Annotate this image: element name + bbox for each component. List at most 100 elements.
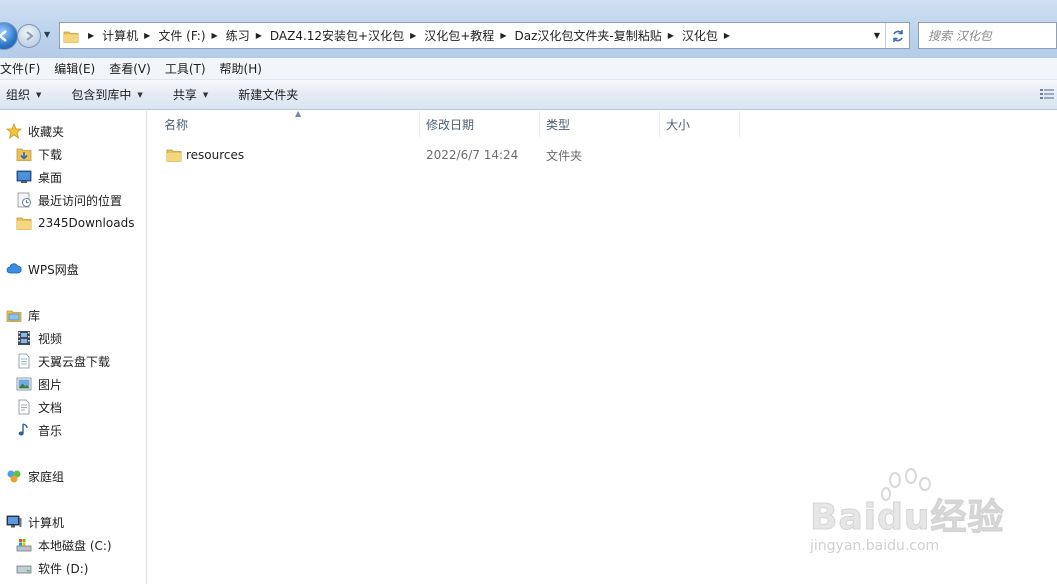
nav-item-2345downloads[interactable]: 2345Downloads xyxy=(16,213,134,233)
menu-view[interactable]: 查看(V) xyxy=(102,60,158,77)
include-in-library-button[interactable]: 包含到库中 ▼ xyxy=(53,80,154,110)
file-row-resources[interactable]: resources 2022/6/7 14:24 文件夹 xyxy=(148,144,1057,166)
forward-button[interactable] xyxy=(17,24,41,48)
nav-homegroup-label: 家庭组 xyxy=(28,469,65,484)
new-folder-label: 新建文件夹 xyxy=(238,88,299,102)
nav-item-downloads[interactable]: 下载 xyxy=(16,144,62,164)
menu-tools[interactable]: 工具(T) xyxy=(158,60,213,77)
breadcrumb-computer[interactable]: 计算机 xyxy=(102,27,138,44)
forward-arrow-icon xyxy=(26,31,34,41)
organize-button[interactable]: 组织 ▼ xyxy=(0,80,53,110)
nav-item-label: 桌面 xyxy=(38,170,63,185)
column-name-label: 名称 xyxy=(164,117,189,132)
picture-icon xyxy=(16,377,32,391)
view-options-button[interactable] xyxy=(1039,86,1055,102)
command-bar: 组织 ▼ 包含到库中 ▼ 共享 ▼ 新建文件夹 xyxy=(0,80,1057,110)
breadcrumb-separator-icon[interactable]: ▶ xyxy=(138,31,158,40)
nav-item-label: 视频 xyxy=(38,331,63,346)
nav-libraries[interactable]: 库 xyxy=(6,305,40,325)
dropdown-arrow-icon: ▼ xyxy=(202,90,209,99)
column-date-label: 修改日期 xyxy=(426,117,475,132)
document-icon xyxy=(18,399,30,415)
nav-homegroup[interactable]: 家庭组 xyxy=(6,466,64,486)
file-name: resources xyxy=(186,148,245,162)
nav-item-label: 音乐 xyxy=(38,423,63,438)
organize-label: 组织 xyxy=(6,88,31,102)
back-button[interactable] xyxy=(0,22,18,50)
homegroup-icon xyxy=(7,470,21,483)
breadcrumb-separator-icon[interactable]: ▶ xyxy=(250,31,270,40)
nav-item-documents[interactable]: 文档 xyxy=(16,397,62,417)
menu-file[interactable]: 文件(F) xyxy=(0,60,47,77)
nav-item-drive-c[interactable]: 本地磁盘 (C:) xyxy=(16,535,112,555)
breadcrumb-copy-folder[interactable]: Daz汉化包文件夹-复制粘贴 xyxy=(514,27,661,44)
hard-drive-icon xyxy=(16,565,32,574)
breadcrumb-separator-icon[interactable]: ▶ xyxy=(206,31,226,40)
breadcrumb-separator-icon[interactable]: ▶ xyxy=(718,31,738,40)
star-icon xyxy=(6,123,22,139)
address-history-dropdown-icon[interactable]: ▼ xyxy=(869,23,885,48)
dropdown-arrow-icon: ▼ xyxy=(36,90,42,99)
include-in-library-label: 包含到库中 xyxy=(71,88,132,102)
music-note-icon xyxy=(18,423,28,436)
file-type: 文件夹 xyxy=(546,148,583,163)
nav-item-label: 图片 xyxy=(38,377,63,392)
breadcrumb-practice[interactable]: 练习 xyxy=(226,27,250,44)
folder-icon xyxy=(60,23,82,48)
share-button[interactable]: 共享 ▼ xyxy=(155,80,220,110)
breadcrumb-current-folder[interactable]: 汉化包 xyxy=(682,27,718,44)
breadcrumb-drive-f[interactable]: 文件 (F:) xyxy=(158,27,205,44)
address-field[interactable]: ▶ 计算机 ▶ 文件 (F:) ▶ 练习 ▶ DAZ4.12安装包+汉化包 ▶ … xyxy=(59,22,910,49)
nav-wps-cloud[interactable]: WPS网盘 xyxy=(6,259,79,279)
search-box[interactable] xyxy=(918,22,1057,49)
recent-pages-dropdown-icon[interactable]: ▼ xyxy=(44,30,54,42)
nav-item-label: 本地磁盘 (C:) xyxy=(38,538,112,553)
refresh-button[interactable] xyxy=(885,23,909,48)
column-header-date[interactable]: 修改日期 xyxy=(420,111,540,137)
nav-item-pictures[interactable]: 图片 xyxy=(16,374,62,394)
back-arrow-icon xyxy=(0,30,7,42)
nav-item-desktop[interactable]: 桌面 xyxy=(16,167,62,187)
nav-item-recent-places[interactable]: 最近访问的位置 xyxy=(16,190,122,210)
file-name-cell: resources xyxy=(166,144,406,166)
nav-favorites[interactable]: 收藏夹 xyxy=(6,121,64,141)
nav-item-drive-d[interactable]: 软件 (D:) xyxy=(16,558,88,578)
breadcrumb-separator-icon[interactable]: ▶ xyxy=(404,31,424,40)
nav-item-tianyi-downloads[interactable]: 天翼云盘下载 xyxy=(16,351,110,371)
file-list-view[interactable]: 名称 ▲ 修改日期 类型 大小 resources 2022/6/7 14:24… xyxy=(148,109,1057,584)
breadcrumb-tutorial[interactable]: 汉化包+教程 xyxy=(424,27,494,44)
folder-icon xyxy=(16,217,32,230)
breadcrumb-separator-icon[interactable]: ▶ xyxy=(662,31,682,40)
nav-item-label: 天翼云盘下载 xyxy=(38,354,111,369)
cloud-icon xyxy=(6,263,22,274)
column-header-type[interactable]: 类型 xyxy=(540,111,660,137)
file-date: 2022/6/7 14:24 xyxy=(426,148,519,162)
menu-bar: 文件(F) 编辑(E) 查看(V) 工具(T) 帮助(H) xyxy=(0,58,1057,80)
nav-item-label: 2345Downloads xyxy=(38,216,135,230)
menu-help[interactable]: 帮助(H) xyxy=(213,60,269,77)
nav-item-label: 文档 xyxy=(38,400,63,415)
share-label: 共享 xyxy=(172,88,197,102)
new-folder-button[interactable]: 新建文件夹 xyxy=(220,80,310,110)
breadcrumb-separator-icon[interactable]: ▶ xyxy=(494,31,514,40)
nav-item-label: 最近访问的位置 xyxy=(38,193,123,208)
breadcrumb-separator-icon[interactable]: ▶ xyxy=(82,31,102,40)
address-bar-area: ▼ ▶ 计算机 ▶ 文件 (F:) ▶ 练习 ▶ DAZ4.12安装包+汉化包 … xyxy=(0,0,1057,58)
nav-item-label: 下载 xyxy=(38,147,63,162)
column-headers: 名称 ▲ 修改日期 类型 大小 xyxy=(148,109,1057,137)
breadcrumb-daz-package[interactable]: DAZ4.12安装包+汉化包 xyxy=(270,27,404,44)
nav-computer[interactable]: 计算机 xyxy=(6,512,64,532)
details-view-icon xyxy=(1040,89,1054,99)
system-drive-icon xyxy=(16,539,32,552)
computer-icon xyxy=(6,515,22,528)
nav-wps-label: WPS网盘 xyxy=(28,262,79,277)
menu-edit[interactable]: 编辑(E) xyxy=(47,60,102,77)
navigation-buttons: ▼ xyxy=(0,22,60,52)
nav-item-videos[interactable]: 视频 xyxy=(16,328,62,348)
recent-places-icon xyxy=(17,192,31,208)
document-icon xyxy=(18,353,30,369)
nav-item-music[interactable]: 音乐 xyxy=(16,420,62,440)
search-input[interactable] xyxy=(928,28,1028,43)
column-header-name[interactable]: 名称 ▲ xyxy=(158,109,420,137)
column-header-size[interactable]: 大小 xyxy=(660,111,740,137)
